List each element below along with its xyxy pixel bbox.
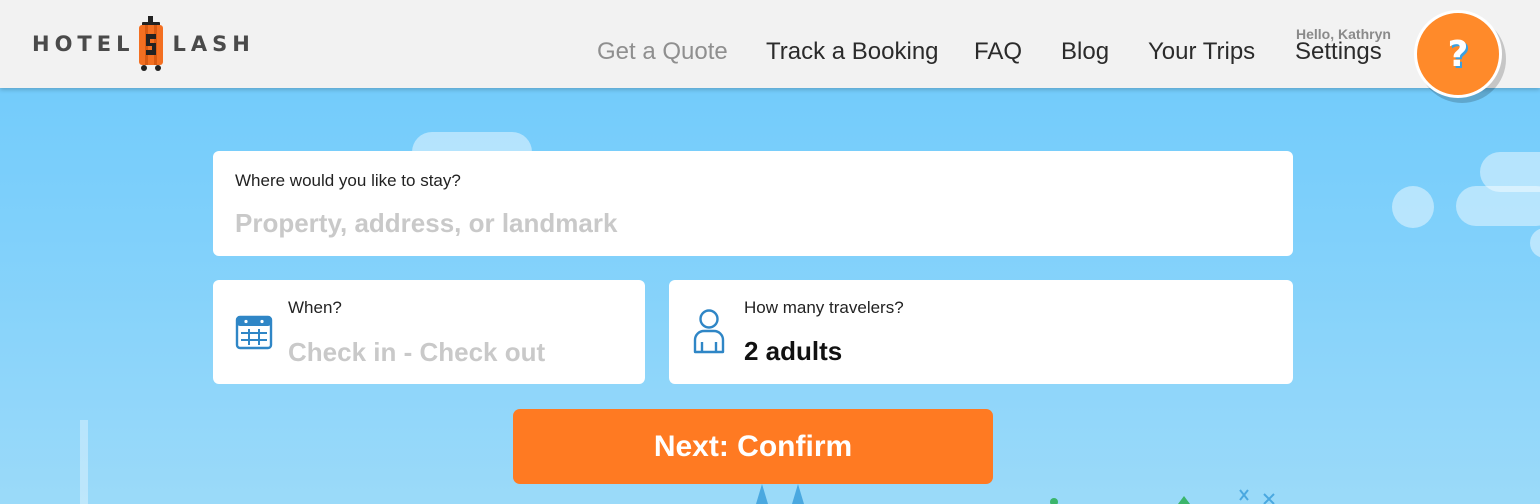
dates-label: When? [288,298,342,317]
travelers-label: How many travelers? [744,298,904,317]
travelers-card[interactable]: How many travelers? 2 adults [669,280,1293,384]
calendar-icon [235,315,273,350]
cloud-decoration [1456,186,1540,226]
trees-decoration [756,484,804,504]
cloud-decoration [1392,186,1434,228]
destination-card: Where would you like to stay? [213,151,1293,256]
destination-label: Where would you like to stay? [235,171,461,190]
dates-input[interactable] [288,332,628,372]
destination-input[interactable] [235,203,1265,243]
nav-get-a-quote[interactable]: Get a Quote [597,38,728,66]
question-mark-icon: ? [1447,33,1469,75]
nav-settings[interactable]: Settings [1295,38,1382,66]
person-icon [693,309,725,354]
dates-card[interactable]: When? [213,280,645,384]
nav-faq[interactable]: FAQ [974,38,1022,66]
main-nav: Get a Quote Track a Booking FAQ Blog You… [0,0,1540,88]
cloud-decoration [1480,152,1540,192]
nav-your-trips[interactable]: Your Trips [1148,38,1255,66]
travelers-value[interactable]: 2 adults [744,336,842,367]
next-confirm-button[interactable]: Next: Confirm [513,409,993,484]
help-button[interactable]: ? [1414,10,1502,98]
site-header: HOTEL LASH Get a Quote Track a Booking F… [0,0,1540,88]
spire-decoration [80,420,88,504]
next-confirm-label: Next: Confirm [653,429,853,463]
nav-track-a-booking[interactable]: Track a Booking [766,38,939,66]
plant-decoration [1050,489,1275,504]
cloud-decoration [1530,228,1540,258]
nav-blog[interactable]: Blog [1061,38,1109,66]
